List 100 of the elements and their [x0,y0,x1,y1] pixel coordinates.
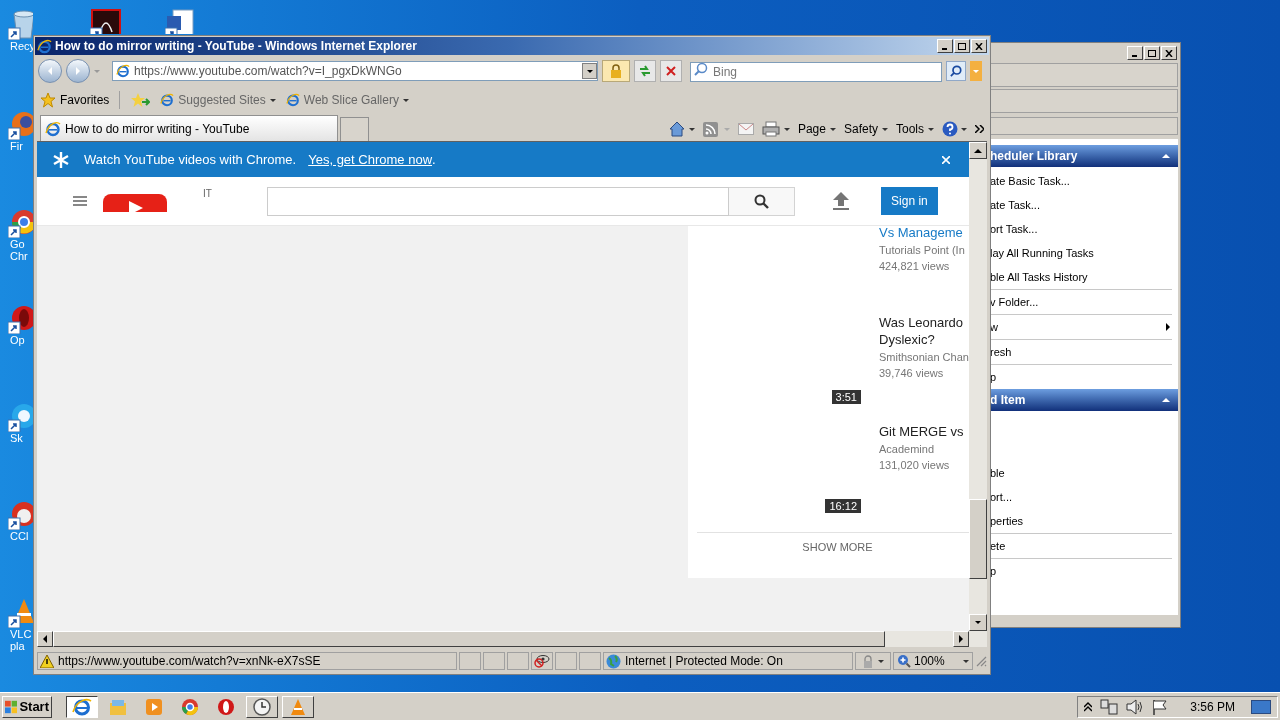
arrow-up-icon [1162,154,1170,158]
zoom-icon [897,654,911,668]
asterisk-icon [53,151,69,168]
desktop-icon-label: Go [9,238,25,250]
video-title[interactable]: Vs Manageme [879,226,965,241]
sign-in-button[interactable]: Sign in [880,187,938,215]
volume-icon[interactable] [1126,698,1145,715]
star-icon [40,92,56,108]
maximize-icon [1148,49,1156,57]
start-button[interactable]: Start [2,695,52,718]
video-duration: 16:12 [825,499,861,513]
caret-icon [829,127,836,131]
channel-name: Academind [879,442,936,457]
view-count: 131,020 views [879,458,951,473]
vertical-scrollbar[interactable] [969,142,987,631]
minimize-button[interactable] [1127,46,1143,60]
scroll-thumb[interactable] [969,499,987,579]
lock-button[interactable] [602,60,630,82]
command-menu[interactable]: Page [797,120,836,138]
caret-icon [928,127,934,131]
scroll-left-button[interactable] [37,631,53,647]
feed-icon [702,121,718,137]
actions-header[interactable]: d Item [988,389,1178,411]
favorites-link[interactable]: Web Slice Gallery [285,91,409,109]
favorites-button[interactable]: Favorites [40,91,110,109]
view-count: 39,746 views [879,366,945,381]
action-item[interactable]: ort Task... [990,220,1038,238]
action-item[interactable]: resh [990,343,1012,361]
arrow-up-icon [1162,398,1170,402]
arrow-right-icon [1166,323,1170,331]
address-field[interactable]: https://www.youtube.com/watch?v=I_pgxDkWNGo [112,61,598,81]
video-title[interactable]: Git MERGE vs [879,423,964,440]
action-item[interactable]: ate Basic Task... [990,172,1070,190]
bin-icon[interactable] [8,8,33,40]
upload-icon[interactable] [832,192,849,210]
maximize-button[interactable] [954,39,970,53]
action-item[interactable]: ort... [990,488,1012,506]
search-button[interactable] [946,61,966,81]
flag-icon[interactable] [1152,698,1169,715]
zoom-button[interactable]: 100% [893,652,973,670]
arrow-right-icon [76,67,80,75]
desktop-icon-label: VLC [9,628,32,640]
show-desktop-icon[interactable] [1251,698,1271,715]
stop-button[interactable] [660,60,682,82]
search-button[interactable] [728,186,795,216]
desktop-icon-label: Sk [9,432,23,444]
close-icon [1165,49,1173,57]
banner-text: Watch YouTube videos with Chrome. [84,150,297,169]
page-icon [116,64,130,78]
chevron-icon[interactable] [975,125,984,133]
favorites-link[interactable]: Suggested Sites [160,91,276,109]
action-item[interactable]: p [990,562,997,580]
feeds-button[interactable] [702,121,730,137]
back-button[interactable] [38,59,62,83]
close-button[interactable] [1161,46,1177,60]
desktop-icon-label: Op [9,334,25,346]
resize-grip-icon[interactable] [975,655,987,667]
close-icon [942,155,950,164]
channel-name: Tutorials Point (In [879,243,965,258]
printer-icon [761,121,780,137]
network-icon[interactable] [1100,698,1119,715]
scroll-right-button[interactable] [953,631,969,647]
address-dropdown-button[interactable] [582,63,597,79]
video-title[interactable]: Was Leonardo Dyslexic? [879,314,969,348]
stop-icon [666,66,676,76]
minimize-button[interactable] [937,39,953,53]
home-button[interactable] [668,121,695,137]
action-item[interactable]: ate Task... [990,196,1040,214]
banner-link[interactable]: Yes, get Chrome now [308,149,432,170]
action-item[interactable]: perties [990,512,1024,530]
action-item[interactable]: ble All Tasks History [990,268,1088,286]
scroll-up-button[interactable] [969,142,987,159]
caret-icon [882,127,888,131]
action-item[interactable]: p [990,368,997,386]
scroll-down-button[interactable] [969,614,987,631]
close-icon [975,42,983,50]
help-button[interactable] [942,121,967,137]
maximize-button[interactable] [1144,46,1160,60]
forward-button[interactable] [66,59,90,83]
warning-icon [40,654,54,668]
close-button[interactable] [971,39,987,53]
actions-header[interactable]: heduler Library [988,145,1178,167]
command-menu[interactable]: Safety [843,120,888,138]
pdf-icon[interactable] [90,8,122,34]
refresh-button[interactable] [634,60,656,82]
taskbar-button[interactable] [66,695,98,718]
show-more-button[interactable]: SHOW MORE [802,539,873,556]
action-item[interactable]: ble [990,464,1005,482]
help-icon [942,121,958,137]
search-field[interactable] [266,186,729,216]
privacy-icon[interactable] [534,654,550,668]
print-button[interactable] [761,121,790,137]
chevron-up-icon[interactable] [1084,701,1093,712]
clock-time[interactable]: 3:56 PM [1190,697,1235,716]
command-menu[interactable]: Tools [896,120,934,138]
browser-tab[interactable]: How to do mirror writing - YouTube [40,115,338,141]
action-item[interactable]: lay All Running Tasks [990,244,1094,262]
search-field[interactable]: Bing [690,62,942,82]
menu-icon[interactable] [73,195,87,207]
action-item[interactable]: ete [990,537,1006,555]
